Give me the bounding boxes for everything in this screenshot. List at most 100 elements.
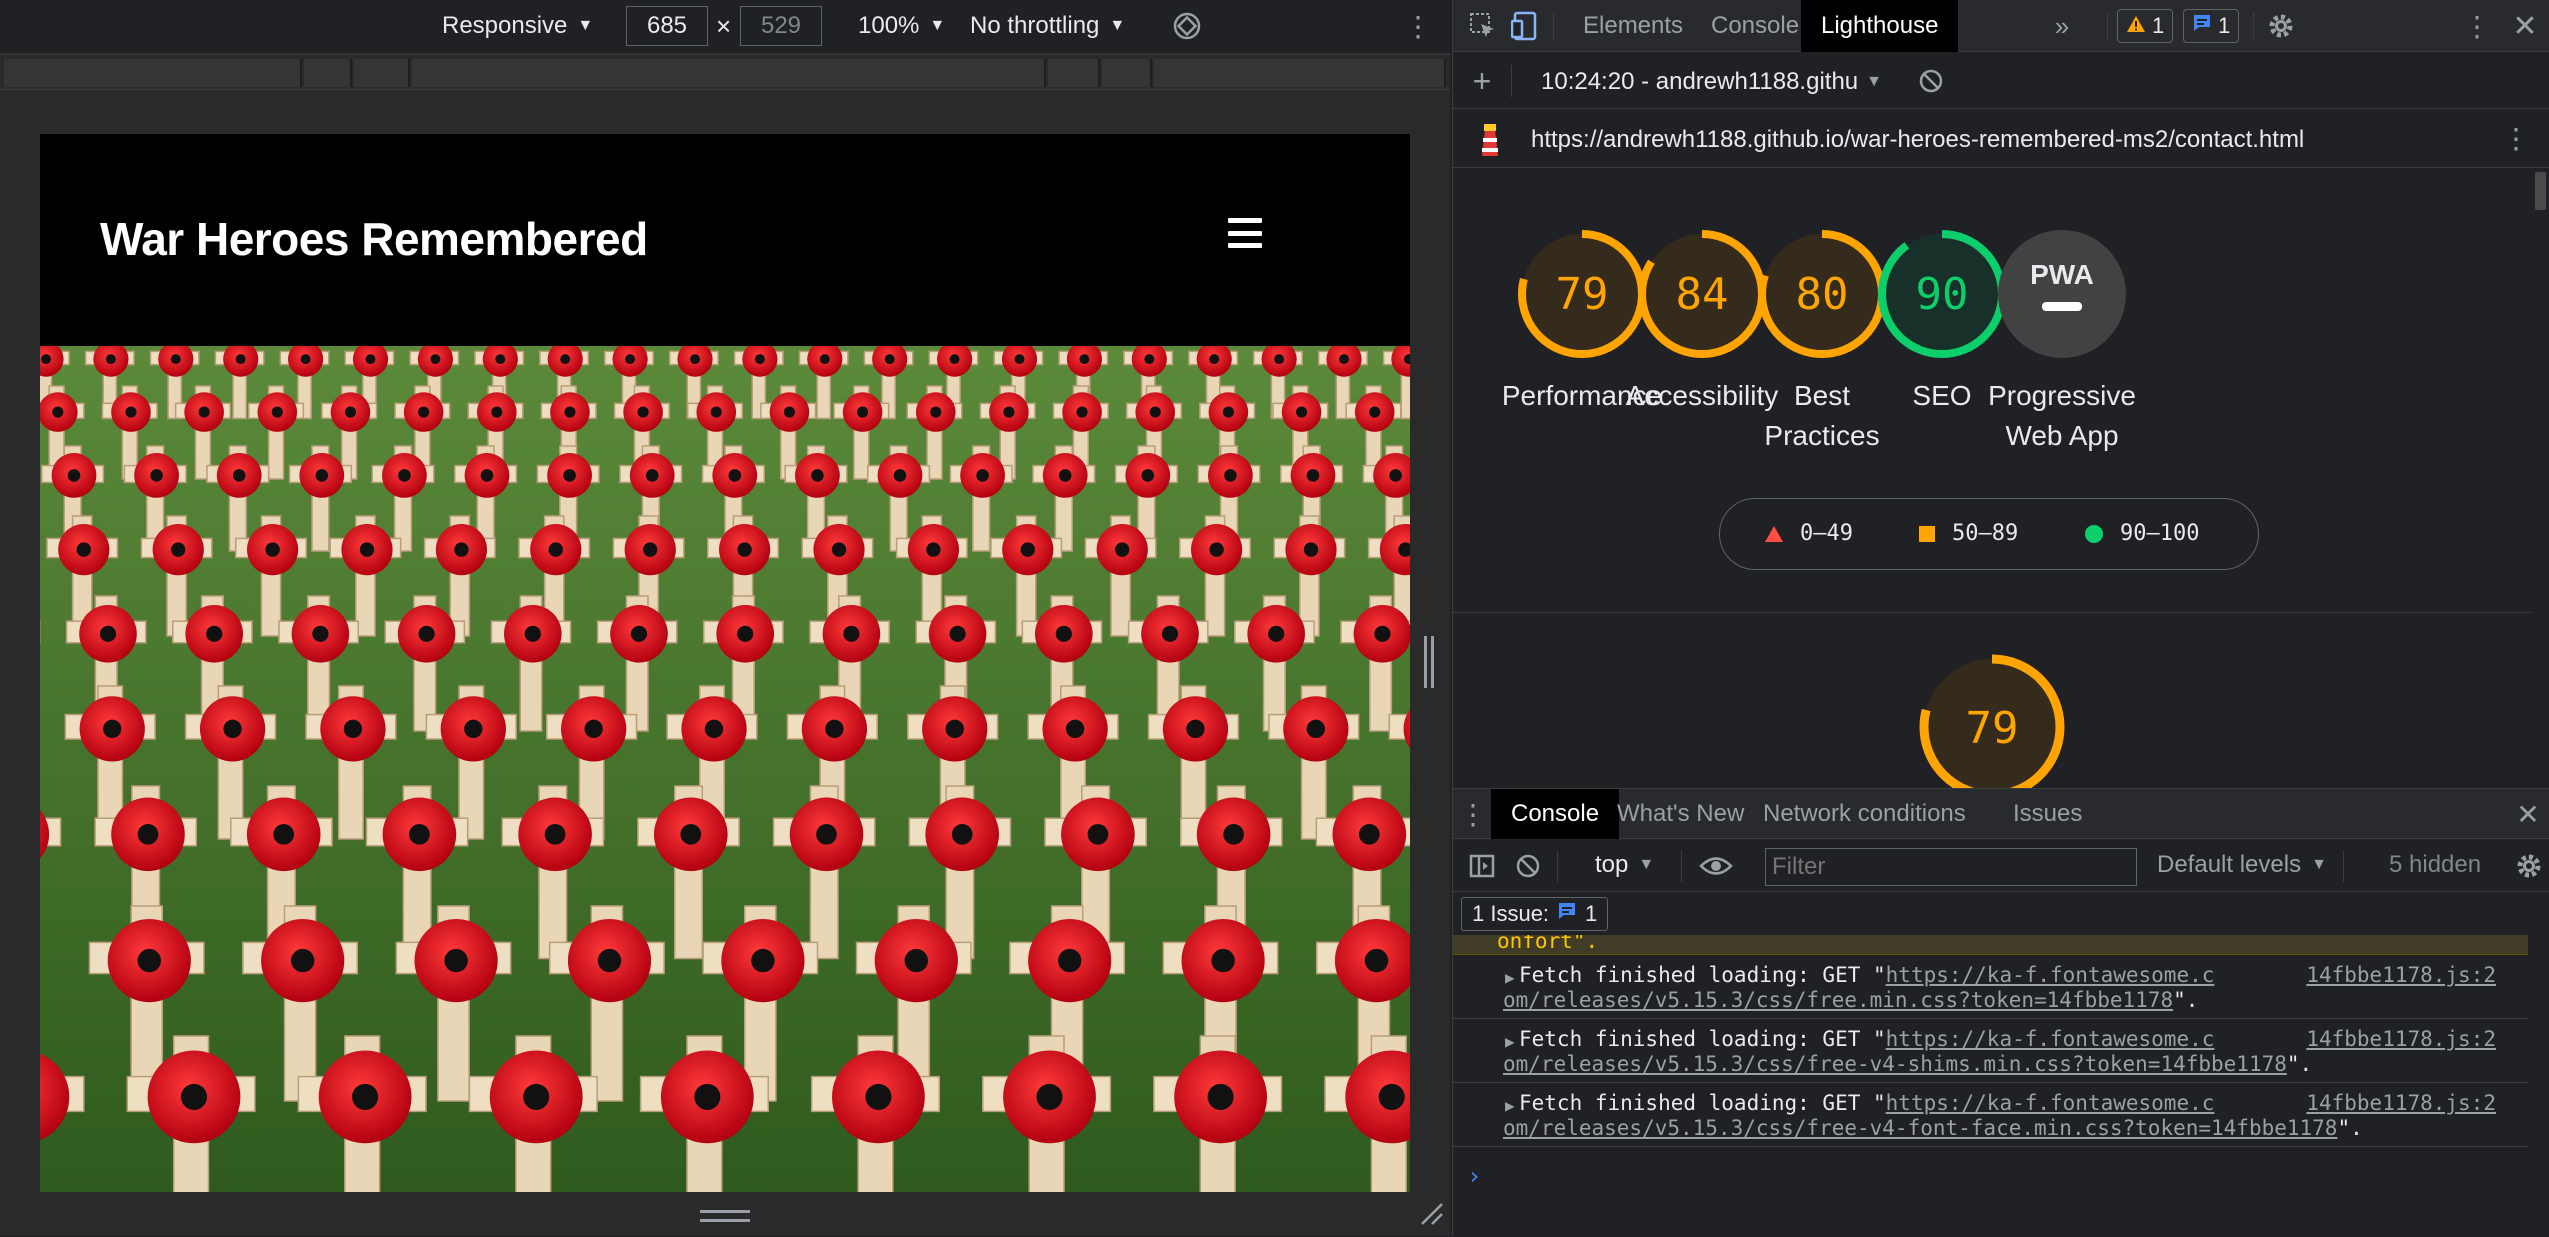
zoom-label: 100% (858, 12, 920, 39)
corner-resize-icon[interactable] (1418, 1200, 1444, 1226)
device-mode-select[interactable]: Responsive ▼ (442, 0, 593, 52)
console-message[interactable]: ▶ Fetch finished loading: GET "https://ka… (1453, 1083, 2528, 1147)
legend-item-fail: 0–49 (1764, 521, 1853, 546)
message-line-2: om/releases/v5.15.3/css/free-v4-font-fac… (1501, 1116, 2528, 1141)
drawer-menu-icon[interactable]: ⋮ (1459, 797, 1487, 831)
console-message[interactable]: ▶ Fetch finished loading: GET "https://ka… (1453, 1019, 2528, 1083)
message-line-2: om/releases/v5.15.3/css/free.min.css?tok… (1501, 988, 2528, 1013)
sidebar-toggle-icon[interactable] (1467, 850, 1497, 882)
issues-bar: 1 Issue: 1 (1453, 893, 2549, 935)
emulated-viewport: War Heroes Remembered (40, 134, 1410, 1192)
more-options-icon[interactable]: ⋮ (1404, 0, 1432, 52)
tab-console[interactable]: Console (1691, 0, 1819, 52)
device-toolbar-toggle-icon[interactable] (1509, 10, 1541, 42)
square-icon (1919, 525, 1935, 542)
log-levels-select[interactable]: Default levels ▼ (2157, 851, 2327, 879)
console-message[interactable]: ▶ Fetch finished loading: GET "https://ka… (1453, 955, 2528, 1019)
legend-item-average: 50–89 (1918, 521, 2018, 546)
chevron-down-icon: ▼ (929, 17, 946, 34)
width-resize-handle[interactable] (1424, 636, 1434, 688)
drawer-tab-network-conditions[interactable]: Network conditions (1743, 789, 1986, 839)
drawer-tab-whats-new[interactable]: What's New (1597, 789, 1764, 839)
score-label: Progressive Web App (1967, 376, 2157, 456)
report-url[interactable]: https://andrewh1188.github.io/war-heroes… (1531, 126, 2304, 154)
issue-count: 1 (2218, 13, 2231, 38)
report-scrollbar[interactable] (2531, 168, 2549, 788)
inspect-element-icon[interactable] (1467, 10, 1499, 42)
message-prefix: Fetch finished loading: GET " (1519, 1091, 1886, 1115)
tab-lighthouse[interactable]: Lighthouse (1801, 0, 1959, 52)
score-gauge[interactable]: PWA Progressive Web App (1967, 226, 2157, 456)
rotate-icon[interactable] (1172, 0, 1202, 52)
context-label: top (1595, 851, 1629, 878)
message-link-continued[interactable]: om/releases/v5.15.3/css/free-v4-shims.mi… (1503, 1052, 2287, 1076)
tab-elements[interactable]: Elements (1563, 0, 1703, 52)
message-link[interactable]: https://ka-f.fontawesome.c (1886, 1091, 2215, 1115)
message-link-continued[interactable]: om/releases/v5.15.3/css/free-v4-font-fac… (1503, 1116, 2337, 1140)
eye-icon[interactable] (1697, 850, 1735, 882)
warnings-badge[interactable]: 1 (2117, 9, 2174, 43)
lighthouse-toolbar: + 10:24:20 - andrewh1188.githu ▼ (1453, 53, 2549, 109)
device-emulation-pane: Responsive ▼ × 100% ▼ No throttling ▼ ⋮ … (0, 0, 1450, 1236)
expand-arrow-icon[interactable]: ▶ (1505, 965, 1515, 990)
lighthouse-icon (1477, 122, 1503, 165)
chevron-down-icon: ▼ (1109, 17, 1126, 34)
width-input[interactable] (626, 6, 708, 46)
score-value: 79 (1556, 269, 1609, 320)
devtools-panel: Elements Console Lighthouse » 1 1 ⋮ ✕ + … (1452, 0, 2549, 1236)
message-source-link[interactable]: 14fbbe1178.js:2 (2306, 963, 2496, 988)
score-value: 80 (1796, 269, 1849, 320)
console-messages: onfort". ▶ Fetch finished loading: GET "h… (1453, 935, 2528, 1237)
performance-section-gauge[interactable]: 79 (1917, 652, 2067, 788)
legend-average-range: 50–89 (1952, 521, 2019, 546)
console-drawer: ⋮ Console What's New Network conditions … (1453, 788, 2549, 1236)
context-select[interactable]: top ▼ (1595, 851, 1654, 879)
message-link[interactable]: https://ka-f.fontawesome.c (1886, 1027, 2215, 1051)
message-source-link[interactable]: 14fbbe1178.js:2 (2306, 1091, 2496, 1116)
triangle-icon (1765, 525, 1783, 542)
message-source-link[interactable]: 14fbbe1178.js:2 (2306, 1027, 2496, 1052)
report-select[interactable]: 10:24:20 - andrewh1188.githu ▼ (1541, 68, 1882, 96)
score-label-line: Web App (2005, 420, 2119, 451)
console-prompt-icon[interactable]: › (1467, 1162, 1481, 1190)
clear-console-icon[interactable] (1513, 850, 1543, 882)
expand-arrow-icon[interactable]: ▶ (1505, 1093, 1515, 1118)
menu-icon[interactable] (1228, 218, 1262, 248)
more-tabs-icon[interactable]: » (2047, 10, 2077, 42)
close-icon[interactable]: ✕ (2509, 8, 2541, 44)
warning-message-tail: onfort". (1453, 935, 2528, 955)
message-prefix: Fetch finished loading: GET " (1519, 963, 1886, 987)
zoom-select[interactable]: 100% ▼ (858, 0, 945, 52)
height-resize-handle[interactable] (700, 1210, 750, 1222)
issues-link[interactable]: 1 Issue: 1 (1461, 897, 1609, 931)
media-query-bar[interactable] (0, 54, 1450, 90)
plus-icon[interactable]: + (1467, 63, 1497, 99)
score-legend: 0–49 50–89 90–100 (1719, 498, 2259, 570)
close-drawer-icon[interactable]: ✕ (2513, 797, 2543, 831)
warning-count: 1 (2152, 13, 2165, 38)
score-value: 90 (1916, 269, 1969, 320)
throttling-select[interactable]: No throttling ▼ (970, 0, 1125, 52)
issues-badge[interactable]: 1 (2183, 9, 2240, 43)
drawer-tab-issues[interactable]: Issues (1993, 789, 2102, 839)
device-toolbar: Responsive ▼ × 100% ▼ No throttling ▼ ⋮ (0, 0, 1450, 52)
throttling-label: No throttling (970, 12, 1100, 39)
expand-arrow-icon[interactable]: ▶ (1505, 1029, 1515, 1054)
console-filter-input[interactable] (1765, 848, 2137, 886)
message-link[interactable]: https://ka-f.fontawesome.c (1886, 963, 2215, 987)
message-link-continued[interactable]: om/releases/v5.15.3/css/free.min.css?tok… (1503, 988, 2173, 1012)
report-menu-icon[interactable]: ⋮ (2501, 120, 2531, 156)
issues-label: 1 Issue: (1472, 901, 1550, 926)
height-resize-bar (0, 1196, 1450, 1236)
console-settings-gear-icon[interactable] (2513, 850, 2545, 882)
site-title[interactable]: War Heroes Remembered (100, 212, 648, 266)
section-divider (1453, 612, 2549, 613)
message-line-2: om/releases/v5.15.3/css/free-v4-shims.mi… (1501, 1052, 2528, 1077)
console-scrollbar[interactable] (2531, 934, 2549, 1236)
pwa-badge-icon: PWA (1998, 230, 2126, 358)
height-input[interactable] (740, 6, 822, 46)
gear-icon[interactable] (2265, 10, 2297, 42)
clear-icon[interactable] (1915, 65, 1947, 97)
more-options-icon[interactable]: ⋮ (2463, 8, 2491, 44)
poppy-crosses-image (40, 346, 1410, 1192)
